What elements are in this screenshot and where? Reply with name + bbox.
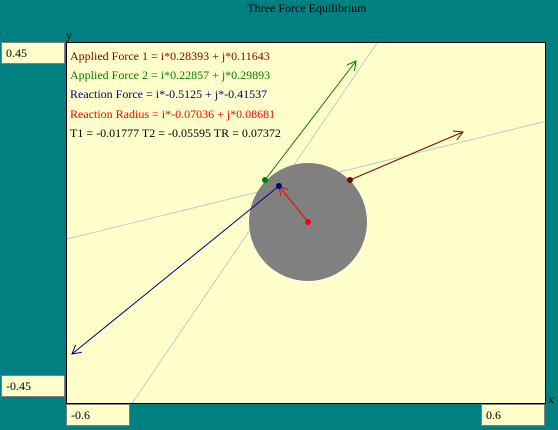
readout-panel: Applied Force 1 = i*0.28393 + j*0.11643 … bbox=[70, 47, 281, 143]
x-axis-label: x bbox=[548, 392, 554, 406]
x-max-field[interactable]: 0.6 bbox=[481, 404, 545, 426]
torque-readout: T1 = -0.01777 T2 = -0.05595 TR = 0.07372 bbox=[70, 125, 281, 140]
applied-force-1-readout: Applied Force 1 = i*0.28393 + j*0.11643 bbox=[70, 49, 270, 63]
reaction-force-vector bbox=[72, 185, 280, 354]
y-max-field[interactable]: 0.45 bbox=[1, 42, 65, 64]
force-2-application-point[interactable] bbox=[262, 177, 268, 183]
y-min-field[interactable]: -0.45 bbox=[1, 375, 65, 397]
applied-force-2-readout: Applied Force 2 = i*0.22857 + j*0.29893 bbox=[70, 68, 271, 83]
force-1-application-point[interactable] bbox=[347, 177, 353, 183]
applied-force-1-vector bbox=[349, 132, 463, 181]
y-axis-label: y bbox=[66, 28, 72, 42]
reaction-radius-readout: Reaction Radius = i*-0.07036 + j*0.08681 bbox=[70, 106, 276, 121]
reaction-point[interactable] bbox=[276, 183, 282, 189]
plot-area[interactable]: Applied Force 1 = i*0.28393 + j*0.11643 … bbox=[66, 42, 546, 404]
window-title: Three Force Equilibrium bbox=[247, 1, 367, 15]
x-min-field[interactable]: -0.6 bbox=[66, 404, 130, 426]
reaction-force-readout: Reaction Force = i*-0.5125 + j*-0.41537 bbox=[70, 87, 268, 102]
disk-center-point bbox=[305, 219, 311, 225]
